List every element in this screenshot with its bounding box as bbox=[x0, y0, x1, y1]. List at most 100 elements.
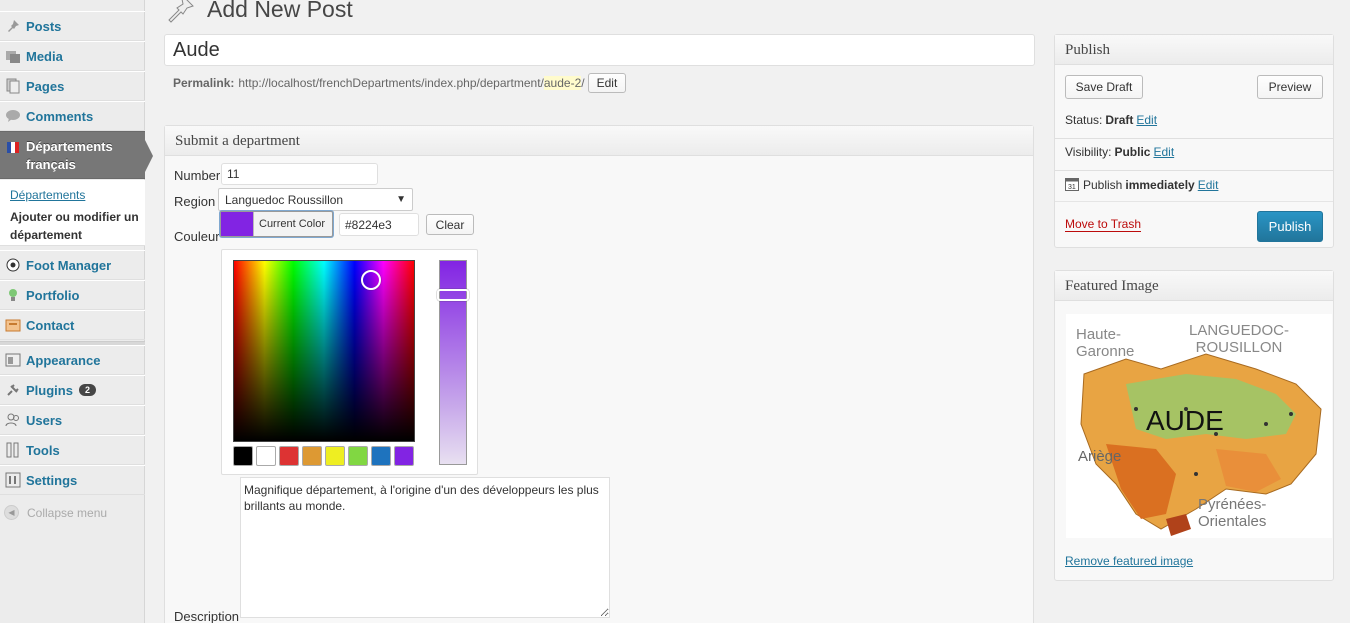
publish-button[interactable]: Publish bbox=[1257, 211, 1323, 242]
number-label: Number bbox=[174, 168, 221, 183]
tools-icon bbox=[4, 441, 22, 459]
featured-image-title: Featured Image bbox=[1055, 271, 1333, 301]
plugins-update-count: 2 bbox=[78, 384, 96, 396]
current-color-button[interactable]: Current Color bbox=[220, 211, 333, 237]
sidebar-item-tools[interactable]: Tools bbox=[0, 435, 145, 465]
current-color-label: Current Color bbox=[259, 218, 326, 230]
page-heading: Add New Post bbox=[163, 0, 353, 27]
number-input[interactable] bbox=[221, 163, 378, 185]
publish-date-edit-link[interactable]: Edit bbox=[1198, 178, 1219, 192]
sidebar-item-appearance[interactable]: Appearance bbox=[0, 345, 145, 375]
sidebar-item-label: Posts bbox=[26, 18, 62, 34]
palette-swatch-orange[interactable] bbox=[302, 446, 322, 466]
color-lightness-slider[interactable] bbox=[437, 260, 469, 465]
divider bbox=[1055, 138, 1333, 139]
move-to-trash-link[interactable]: Move to Trash bbox=[1065, 217, 1142, 232]
map-label-haute-garonne: Haute- Garonne bbox=[1076, 326, 1135, 360]
sidebar-item-portfolio[interactable]: Portfolio bbox=[0, 280, 145, 310]
sidebar-item-label: Comments bbox=[26, 108, 94, 124]
divider bbox=[1055, 170, 1333, 171]
clear-color-button[interactable]: Clear bbox=[426, 214, 474, 235]
sidebar-item-label: Foot Manager bbox=[26, 257, 112, 273]
sidebar-item-users[interactable]: Users bbox=[0, 405, 145, 435]
collapse-menu-label: Collapse menu bbox=[27, 505, 108, 520]
color-hex-input[interactable] bbox=[339, 213, 419, 236]
region-select[interactable]: Languedoc Roussillon ▼ bbox=[218, 188, 413, 211]
sidebar-item-settings[interactable]: Settings bbox=[0, 465, 145, 495]
plugins-icon bbox=[4, 381, 22, 399]
map-label-aude: AUDE bbox=[1146, 405, 1224, 436]
lightbulb-icon bbox=[4, 286, 22, 304]
svg-text:31: 31 bbox=[1068, 184, 1076, 191]
featured-image-box: Featured Image Haute- Garonne LANGUEDOC-… bbox=[1054, 270, 1334, 581]
region-selected-value: Languedoc Roussillon bbox=[225, 192, 344, 207]
comments-icon bbox=[4, 107, 22, 125]
soccer-ball-icon bbox=[4, 256, 22, 274]
media-icon bbox=[4, 47, 22, 65]
sidebar-item-contact[interactable]: Contact bbox=[0, 310, 145, 340]
sidebar-item-foot-manager[interactable]: Foot Manager bbox=[0, 250, 145, 280]
description-textarea[interactable]: Magnifique département, à l'origine d'un… bbox=[240, 477, 610, 618]
palette-swatch-black[interactable] bbox=[233, 446, 253, 466]
description-label: Description bbox=[174, 609, 240, 623]
sidebar-item-label: Contact bbox=[26, 317, 75, 333]
submenu-departements[interactable]: Départements bbox=[10, 186, 145, 204]
sidebar-item-label: Pages bbox=[26, 78, 65, 94]
palette-swatch-yellow[interactable] bbox=[325, 446, 345, 466]
publish-box-title: Publish bbox=[1055, 35, 1333, 65]
status-edit-link[interactable]: Edit bbox=[1136, 113, 1157, 127]
save-draft-button[interactable]: Save Draft bbox=[1065, 75, 1143, 99]
permalink-slug[interactable]: aude-2 bbox=[543, 76, 582, 90]
page-title: Add New Post bbox=[207, 0, 353, 22]
publish-label: Publish bbox=[1083, 178, 1123, 192]
map-label-pyrenees-orientales: Pyrénées- Orientales bbox=[1198, 496, 1267, 530]
palette-swatch-blue[interactable] bbox=[371, 446, 391, 466]
sidebar-item-label: Settings bbox=[26, 472, 78, 488]
sidebar-item-label: Départements français bbox=[26, 139, 113, 172]
palette-swatch-green[interactable] bbox=[348, 446, 368, 466]
sidebar-item-label: Tools bbox=[26, 442, 60, 458]
submit-department-title: Submit a department bbox=[165, 126, 1033, 156]
remove-featured-image-link[interactable]: Remove featured image bbox=[1065, 554, 1193, 568]
sidebar-item-label: Users bbox=[26, 412, 63, 428]
palette-swatch-white[interactable] bbox=[256, 446, 276, 466]
visibility-edit-link[interactable]: Edit bbox=[1153, 145, 1174, 159]
contact-icon bbox=[4, 316, 22, 334]
users-icon bbox=[4, 411, 22, 429]
publish-value: immediately bbox=[1125, 178, 1195, 192]
sidebar-item-media[interactable]: Media bbox=[0, 41, 145, 71]
visibility-row: Visibility: Public Edit bbox=[1065, 145, 1174, 159]
post-title-input[interactable] bbox=[164, 34, 1035, 66]
color-saturation-area[interactable] bbox=[233, 260, 415, 442]
publish-box: Publish Save Draft Preview Status: Draft… bbox=[1054, 34, 1334, 248]
submenu-ajouter-departement[interactable]: Ajouter ou modifier un département bbox=[10, 208, 145, 244]
permalink-bar: Permalink: http://localhost/frenchDepart… bbox=[173, 73, 627, 93]
sidebar-item-pages[interactable]: Pages bbox=[0, 71, 145, 101]
permalink-suffix: / bbox=[581, 76, 585, 90]
sidebar-item-label: Appearance bbox=[26, 352, 101, 368]
appearance-icon bbox=[4, 351, 22, 369]
region-label: Region bbox=[174, 194, 216, 209]
visibility-label: Visibility: bbox=[1065, 145, 1112, 159]
sidebar-item-comments[interactable]: Comments bbox=[0, 101, 145, 131]
permalink-base-url: http://localhost/frenchDepartments/index… bbox=[238, 76, 544, 90]
lightness-slider-handle[interactable] bbox=[437, 289, 469, 301]
sidebar-item-label: Media bbox=[26, 48, 63, 64]
visibility-value: Public bbox=[1114, 145, 1151, 159]
sidebar-item-departements[interactable]: Départements français bbox=[0, 131, 153, 179]
divider bbox=[1055, 201, 1333, 202]
featured-image-map[interactable]: Haute- Garonne LANGUEDOC- ROUSILLON AUDE… bbox=[1066, 314, 1332, 538]
sidebar-item-posts[interactable]: Posts bbox=[0, 11, 145, 41]
permalink-edit-button[interactable]: Edit bbox=[587, 73, 627, 93]
palette-swatch-red[interactable] bbox=[279, 446, 299, 466]
palette-swatch-purple[interactable] bbox=[394, 446, 414, 466]
collapse-menu-button[interactable]: ◀ Collapse menu bbox=[4, 505, 107, 520]
calendar-icon: 31 bbox=[1065, 176, 1079, 194]
saturation-handle[interactable] bbox=[361, 270, 381, 290]
preview-button[interactable]: Preview bbox=[1257, 75, 1323, 99]
color-picker-panel bbox=[221, 249, 478, 475]
status-value: Draft bbox=[1105, 113, 1134, 127]
current-color-swatch bbox=[221, 212, 254, 236]
sidebar-item-plugins[interactable]: Plugins 2 bbox=[0, 375, 145, 405]
schedule-row: 31 Publish immediately Edit bbox=[1065, 176, 1218, 194]
